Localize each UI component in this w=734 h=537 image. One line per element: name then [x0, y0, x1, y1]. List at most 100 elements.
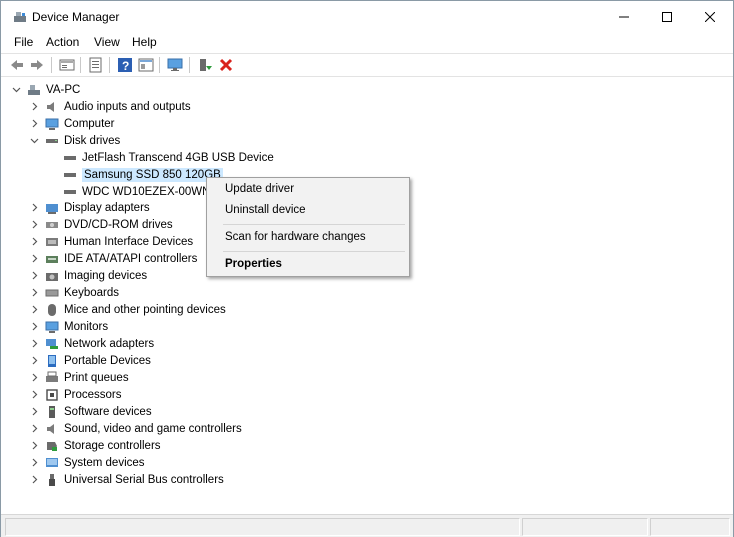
back-arrow-icon[interactable]: [9, 57, 25, 73]
category-label: Universal Serial Bus controllers: [64, 473, 224, 486]
tree-category-ide[interactable]: IDE ATA/ATAPI controllers: [29, 250, 197, 267]
chevron-right-icon[interactable]: [29, 356, 39, 366]
menu-file[interactable]: File: [14, 35, 33, 49]
toolbar: ?: [1, 53, 733, 77]
menu-bar: File Action View Help: [1, 32, 733, 52]
context-separator: [223, 251, 405, 252]
minimize-button[interactable]: [601, 1, 647, 32]
disk-drive-icon: [45, 134, 59, 148]
tree-category-dvd[interactable]: DVD/CD-ROM drives: [29, 216, 173, 233]
svg-text:?: ?: [122, 59, 129, 73]
tree-category-processors[interactable]: Processors: [29, 386, 122, 403]
software-device-icon: [45, 405, 59, 419]
context-uninstall-device[interactable]: Uninstall device: [225, 204, 306, 216]
category-label: Portable Devices: [64, 354, 151, 367]
chevron-right-icon[interactable]: [29, 390, 39, 400]
title-bar[interactable]: Device Manager: [1, 1, 733, 32]
tree-category-monitors[interactable]: Monitors: [29, 318, 108, 335]
chevron-right-icon[interactable]: [29, 102, 39, 112]
tree-category-sound[interactable]: Sound, video and game controllers: [29, 420, 242, 437]
computer-tower-icon: [27, 83, 41, 97]
tree-device-jetflash[interactable]: JetFlash Transcend 4GB USB Device: [63, 149, 274, 166]
device-manager-app-icon: [14, 12, 26, 22]
chevron-down-icon[interactable]: [29, 136, 39, 146]
uninstall-x-icon[interactable]: [218, 57, 234, 73]
mouse-icon: [45, 303, 59, 317]
chevron-right-icon[interactable]: [29, 458, 39, 468]
menu-help[interactable]: Help: [132, 35, 157, 49]
chevron-down-icon[interactable]: [11, 85, 21, 95]
context-separator: [223, 224, 405, 225]
tree-category-keyboards[interactable]: Keyboards: [29, 284, 119, 301]
chevron-right-icon[interactable]: [29, 220, 39, 230]
chevron-right-icon[interactable]: [29, 407, 39, 417]
toolbar-separator: [109, 57, 110, 73]
help-icon[interactable]: ?: [117, 57, 133, 73]
context-scan-hardware[interactable]: Scan for hardware changes: [225, 231, 366, 243]
dvd-drive-icon: [45, 218, 59, 232]
tree-root-label: VA-PC: [46, 83, 81, 96]
ide-controller-icon: [45, 252, 59, 266]
tree-category-display-adapters[interactable]: Display adapters: [29, 199, 150, 216]
tree-category-software[interactable]: Software devices: [29, 403, 152, 420]
chevron-right-icon[interactable]: [29, 475, 39, 485]
close-button[interactable]: [687, 1, 733, 32]
category-label: Software devices: [64, 405, 152, 418]
chevron-right-icon[interactable]: [29, 305, 39, 315]
tree-root[interactable]: VA-PC: [11, 81, 80, 98]
camera-icon: [45, 269, 59, 283]
menu-view[interactable]: View: [94, 35, 120, 49]
tree-category-usb[interactable]: Universal Serial Bus controllers: [29, 471, 224, 488]
minimize-icon: [619, 16, 629, 17]
chevron-right-icon[interactable]: [29, 203, 39, 213]
update-icon[interactable]: [88, 57, 104, 73]
toolbar-separator: [159, 57, 160, 73]
maximize-button[interactable]: [644, 1, 690, 32]
disk-drive-icon: [63, 168, 77, 182]
chevron-right-icon[interactable]: [29, 441, 39, 451]
monitor-icon: [45, 320, 59, 334]
speaker-icon: [45, 422, 59, 436]
context-properties[interactable]: Properties: [225, 258, 282, 270]
window-title: Device Manager: [32, 10, 120, 24]
tree-category-imaging[interactable]: Imaging devices: [29, 267, 147, 284]
category-label: DVD/CD-ROM drives: [64, 218, 173, 231]
forward-arrow-icon[interactable]: [29, 57, 45, 73]
tree-category-storage[interactable]: Storage controllers: [29, 437, 161, 454]
tree-category-network[interactable]: Network adapters: [29, 335, 154, 352]
tree-category-audio[interactable]: Audio inputs and outputs: [29, 98, 191, 115]
view-icon[interactable]: [138, 57, 154, 73]
menu-action[interactable]: Action: [46, 35, 79, 49]
device-label: Samsung SSD 850 120GB: [82, 167, 223, 182]
monitor-icon[interactable]: [167, 57, 183, 73]
chevron-right-icon[interactable]: [29, 288, 39, 298]
enable-device-icon[interactable]: [197, 57, 213, 73]
context-update-driver[interactable]: Update driver: [225, 183, 294, 195]
category-label: Mice and other pointing devices: [64, 303, 226, 316]
tree-category-print-queues[interactable]: Print queues: [29, 369, 129, 386]
storage-controller-icon: [45, 439, 59, 453]
category-label: Display adapters: [64, 201, 150, 214]
tree-device-samsung-selected[interactable]: Samsung SSD 850 120GB: [63, 166, 223, 183]
system-device-icon: [45, 456, 59, 470]
chevron-right-icon[interactable]: [29, 237, 39, 247]
category-label: Monitors: [64, 320, 109, 333]
tree-category-mice[interactable]: Mice and other pointing devices: [29, 301, 226, 318]
tree-category-system[interactable]: System devices: [29, 454, 145, 471]
tree-category-disk-drives[interactable]: Disk drives: [29, 132, 120, 149]
chevron-right-icon[interactable]: [29, 254, 39, 264]
chevron-right-icon[interactable]: [29, 271, 39, 281]
toolbar-separator: [80, 57, 81, 73]
tree-category-portable[interactable]: Portable Devices: [29, 352, 151, 369]
chevron-right-icon[interactable]: [29, 322, 39, 332]
chevron-right-icon[interactable]: [29, 373, 39, 383]
chevron-right-icon[interactable]: [29, 424, 39, 434]
tree-category-computer[interactable]: Computer: [29, 115, 115, 132]
tree-device-wdc[interactable]: WDC WD10EZEX-00WN: [63, 183, 210, 200]
chevron-right-icon[interactable]: [29, 119, 39, 129]
status-bar: [1, 514, 733, 537]
usb-icon: [45, 473, 59, 487]
tree-category-hid[interactable]: Human Interface Devices: [29, 233, 193, 250]
chevron-right-icon[interactable]: [29, 339, 39, 349]
properties-icon[interactable]: [59, 57, 75, 73]
